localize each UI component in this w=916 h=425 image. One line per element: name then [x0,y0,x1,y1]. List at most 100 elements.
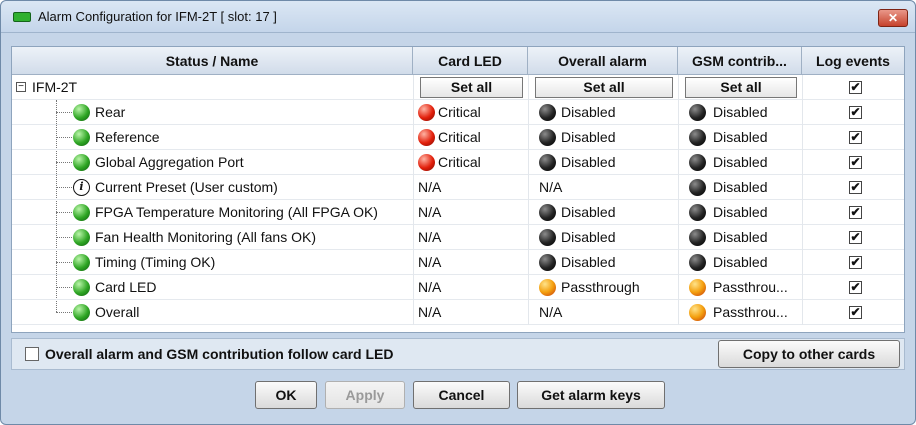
overall-alarm-cell[interactable]: Disabled [528,100,678,125]
table-row[interactable]: Rear Critical Disabled Disabled ✔ [12,100,904,125]
root-name: IFM-2T [32,79,78,95]
card-led-cell[interactable]: Critical [413,125,528,150]
header-status-name[interactable]: Status / Name [12,47,413,75]
overall-alarm-cell[interactable]: Passthrough [528,275,678,300]
gsm-contribution-cell[interactable]: Passthrou... [678,275,802,300]
row-name-cell: Card LED [12,275,413,300]
get-alarm-keys-button[interactable]: Get alarm keys [517,381,665,409]
gsm-contribution-cell[interactable]: Disabled [678,150,802,175]
overall-alarm-cell[interactable]: N/A [528,175,678,200]
header-gsm-contribution[interactable]: GSM contrib... [678,47,802,75]
alarm-name: Timing (Timing OK) [95,254,216,270]
log-events-checkbox[interactable]: ✔ [849,81,862,94]
table-row[interactable]: FPGA Temperature Monitoring (All FPGA OK… [12,200,904,225]
gsm-contribution-cell[interactable]: Disabled [678,200,802,225]
card-led-value: N/A [418,304,442,320]
overall-alarm-value: Disabled [561,229,616,245]
disabled-alarm-icon [689,129,706,146]
green-status-icon [73,304,90,321]
card-led-cell[interactable]: N/A [413,200,528,225]
card-led-cell[interactable]: N/A [413,175,528,200]
gsm-contribution-cell[interactable]: Disabled [678,100,802,125]
overall-alarm-cell[interactable]: Disabled [528,250,678,275]
collapse-toggle-icon[interactable]: − [16,82,26,92]
overall-alarm-value: Disabled [561,154,616,170]
table-row[interactable]: Global Aggregation Port Critical Disabled D… [12,150,904,175]
header-card-led[interactable]: Card LED [413,47,528,75]
disabled-alarm-icon [539,104,556,121]
follow-card-led-checkbox[interactable] [25,347,39,361]
table-row[interactable]: Timing (Timing OK) N/A Disabled Disabled ✔ [12,250,904,275]
set-all-gsm-button[interactable]: Set all [685,77,797,98]
gsm-contribution-cell[interactable]: Passthrou... [678,300,802,325]
disabled-alarm-icon [539,204,556,221]
header-log-events[interactable]: Log events [802,47,904,75]
overall-alarm-value: Passthrough [561,279,640,295]
tree-branch-line [56,287,72,288]
card-led-cell[interactable]: N/A [413,250,528,275]
tree-branch-line [56,187,72,188]
table-row[interactable]: Fan Health Monitoring (All fans OK) N/A Di… [12,225,904,250]
root-log-cell: ✔ [802,75,904,100]
row-name-cell: Fan Health Monitoring (All fans OK) [12,225,413,250]
gsm-contribution-value: Disabled [713,254,768,270]
gsm-contribution-cell[interactable]: Disabled [678,175,802,200]
copy-to-other-cards-button[interactable]: Copy to other cards [718,340,900,368]
row-name-cell: Global Aggregation Port [12,150,413,175]
table-row[interactable]: Card LED N/A Passthrough Passthrou... ✔ [12,275,904,300]
green-status-icon [73,279,90,296]
disabled-alarm-icon [689,154,706,171]
title-bar[interactable]: Alarm Configuration for IFM-2T [ slot: 1… [1,1,915,33]
log-events-checkbox[interactable]: ✔ [849,156,862,169]
table-row-root: − IFM-2T Set all Set all Set all ✔ [12,75,904,100]
alarm-name: Card LED [95,279,157,295]
row-name-cell: Rear [12,100,413,125]
header-overall-alarm[interactable]: Overall alarm [528,47,678,75]
log-events-checkbox[interactable]: ✔ [849,131,862,144]
gsm-contribution-cell[interactable]: Disabled [678,225,802,250]
disabled-alarm-icon [689,254,706,271]
table-row[interactable]: Reference Critical Disabled Disabled ✔ [12,125,904,150]
card-led-value: N/A [418,229,442,245]
close-button[interactable]: ✕ [878,9,908,27]
overall-alarm-cell[interactable]: Disabled [528,125,678,150]
log-events-checkbox[interactable]: ✔ [849,281,862,294]
card-led-cell[interactable]: N/A [413,275,528,300]
log-events-checkbox[interactable]: ✔ [849,206,862,219]
options-bar: Overall alarm and GSM contribution follo… [11,338,905,370]
set-all-card-led-button[interactable]: Set all [420,77,523,98]
gsm-contribution-cell[interactable]: Disabled [678,125,802,150]
alarm-name: Overall [95,304,140,320]
ok-button[interactable]: OK [255,381,317,409]
tree-branch-line [56,237,72,238]
set-all-overall-alarm-button[interactable]: Set all [535,77,673,98]
tree-branch-line [56,112,72,113]
table-row[interactable]: i Current Preset (User custom) N/A N/A Disab… [12,175,904,200]
overall-alarm-cell[interactable]: Disabled [528,150,678,175]
overall-alarm-cell[interactable]: Disabled [528,225,678,250]
card-led-cell[interactable]: N/A [413,225,528,250]
card-led-cell[interactable]: N/A [413,300,528,325]
log-events-checkbox[interactable]: ✔ [849,181,862,194]
log-events-checkbox[interactable]: ✔ [849,106,862,119]
row-name-cell: Timing (Timing OK) [12,250,413,275]
log-events-checkbox[interactable]: ✔ [849,306,862,319]
tree-branch-line [56,212,72,213]
apply-button[interactable]: Apply [325,381,405,409]
overall-alarm-value: N/A [539,179,563,195]
overall-alarm-cell[interactable]: Disabled [528,200,678,225]
green-status-icon [73,254,90,271]
log-events-checkbox[interactable]: ✔ [849,231,862,244]
gsm-contribution-cell[interactable]: Disabled [678,250,802,275]
card-led-cell[interactable]: Critical [413,100,528,125]
card-led-cell[interactable]: Critical [413,150,528,175]
log-events-checkbox[interactable]: ✔ [849,256,862,269]
table-row[interactable]: Overall N/A N/A Passthrou... ✔ [12,300,904,325]
alarm-name: Current Preset (User custom) [95,179,278,195]
passthrough-alarm-icon [689,304,706,321]
alarm-name: Rear [95,104,126,120]
cancel-button[interactable]: Cancel [413,381,510,409]
log-events-cell: ✔ [802,100,904,125]
green-status-icon [73,154,90,171]
overall-alarm-cell[interactable]: N/A [528,300,678,325]
